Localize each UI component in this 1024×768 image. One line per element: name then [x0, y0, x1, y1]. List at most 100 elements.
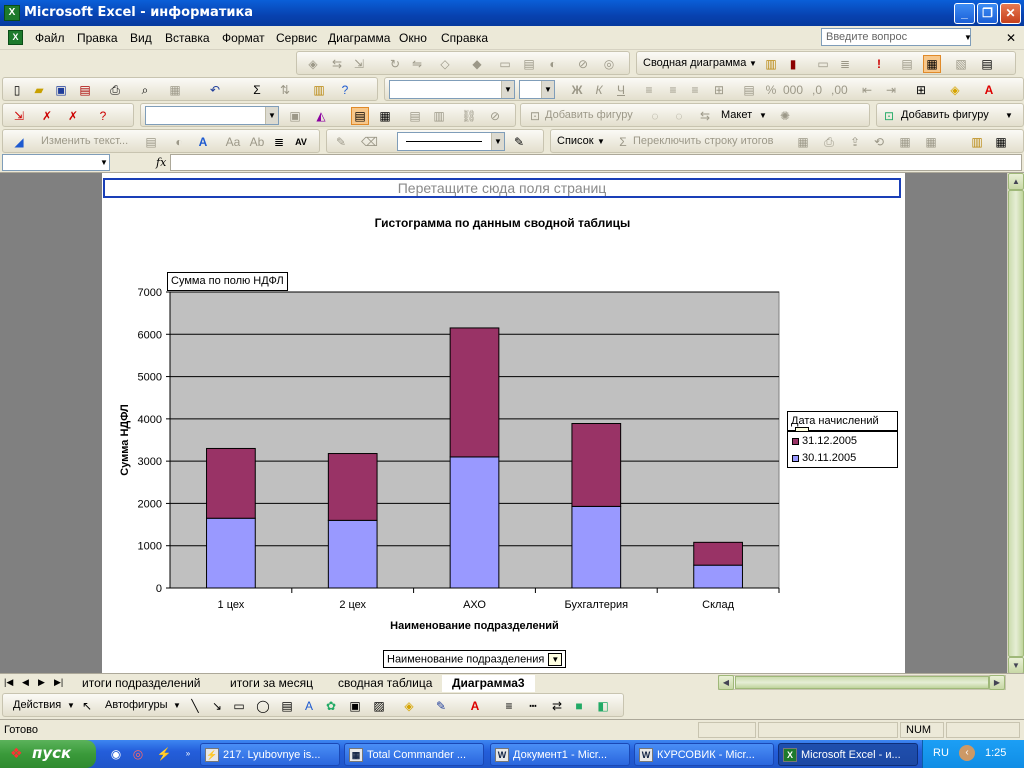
minimize-button[interactable]: _: [954, 3, 975, 24]
pivot-chart-icon[interactable]: ▮: [785, 56, 801, 72]
italic-icon[interactable]: К: [591, 82, 607, 98]
align-center-icon[interactable]: ≡: [665, 82, 681, 98]
3d-icon[interactable]: ◧: [595, 698, 611, 714]
menu-edit[interactable]: Правка: [77, 31, 118, 45]
menu-window[interactable]: Окно: [399, 31, 427, 45]
font-combo[interactable]: ▼: [389, 80, 515, 99]
list-table-icon[interactable]: ▦: [993, 134, 1009, 150]
align-right-icon[interactable]: ≡: [687, 82, 703, 98]
align-icon[interactable]: ◈: [305, 56, 321, 72]
chart-plot[interactable]: 0 1000 2000 3000 4000 5000 6000 7000 1 цех 2 цех А…: [102, 280, 802, 640]
quicklaunch-winamp-icon[interactable]: ⚡: [156, 746, 172, 762]
gallery-icon[interactable]: ▤: [143, 134, 159, 150]
line-style-icon[interactable]: ≡: [501, 698, 517, 714]
remove-arrows-icon[interactable]: ✗: [39, 108, 55, 124]
wordart-icon[interactable]: ◢: [11, 134, 27, 150]
chart-title[interactable]: Гистограмма по данным сводной таблицы: [250, 216, 755, 230]
thousands-icon[interactable]: 000: [783, 82, 803, 98]
bold-icon[interactable]: Ж: [569, 82, 585, 98]
resize-list-icon[interactable]: ▦: [795, 134, 811, 150]
undo-icon[interactable]: ↶: [207, 82, 223, 98]
sheet-tab[interactable]: итоги за месяц: [220, 675, 323, 692]
format-icon[interactable]: ▤: [521, 56, 537, 72]
restore-button[interactable]: ❐: [977, 3, 998, 24]
diagram-insert-icon[interactable]: ✿: [323, 698, 339, 714]
list-chart-icon[interactable]: ▥: [969, 134, 985, 150]
arrow-icon[interactable]: ↘: [209, 698, 225, 714]
chart-legend[interactable]: 31.12.2005 30.11.2005: [787, 431, 898, 468]
remove-dependents-icon[interactable]: ✗: [65, 108, 81, 124]
decrease-decimal-icon[interactable]: ,00: [831, 82, 848, 98]
layout-arrow-icon[interactable]: ▼: [755, 108, 771, 124]
taskbar-item-active[interactable]: X Microsoft Excel - и...: [778, 743, 918, 766]
taskbar-item[interactable]: ▦ Total Commander ...: [344, 743, 484, 766]
toggle-totals-icon[interactable]: Σ: [615, 134, 631, 150]
arrange-icon[interactable]: ⇆: [697, 108, 713, 124]
vertical-scrollbar[interactable]: ▲ ▼: [1007, 173, 1024, 674]
flip-icon[interactable]: ⇋: [409, 56, 425, 72]
reshape-icon[interactable]: ◆: [469, 56, 485, 72]
trace-precedents-icon[interactable]: ⇲: [11, 108, 27, 124]
grid-toggle-icon[interactable]: ▤: [351, 107, 369, 125]
add-shape-button-1[interactable]: Добавить фигуру: [545, 109, 633, 121]
hide-field-icon[interactable]: ▭: [815, 56, 831, 72]
rectangle-icon[interactable]: ▭: [231, 698, 247, 714]
category-field-dropdown-icon[interactable]: ▼: [548, 653, 563, 666]
draw-font-color-icon[interactable]: A: [467, 698, 483, 714]
alignment-icon[interactable]: ≣: [271, 134, 287, 150]
add-shape-button-2[interactable]: Добавить фигуру: [901, 109, 989, 121]
percent-icon[interactable]: %: [763, 82, 779, 98]
draw-fill-color-icon[interactable]: ◈: [401, 698, 417, 714]
scroll-up-icon[interactable]: ▲: [1008, 173, 1024, 190]
line-color-icon[interactable]: ✎: [433, 698, 449, 714]
fill-color-icon[interactable]: ◈: [947, 82, 963, 98]
vertical-scroll-thumb[interactable]: [1008, 190, 1024, 657]
start-button[interactable]: ❖ пуск: [0, 740, 96, 768]
sheet-tab[interactable]: итоги подразделений: [72, 675, 211, 692]
zoom-icon[interactable]: ⊘: [575, 56, 591, 72]
merge-icon[interactable]: ⊞: [711, 82, 727, 98]
shape-icon[interactable]: ◇: [437, 56, 453, 72]
quicklaunch-opera-icon[interactable]: ◎: [130, 746, 146, 762]
excel-app-icon[interactable]: X: [4, 5, 20, 21]
open-icon[interactable]: ▰: [31, 82, 47, 98]
close-workbook-icon[interactable]: ✕: [1003, 30, 1019, 46]
clipart-icon[interactable]: ▣: [347, 698, 363, 714]
currency-icon[interactable]: ▤: [741, 82, 757, 98]
draw-actions-arrow-icon[interactable]: ▼: [63, 698, 79, 714]
expand-icon[interactable]: ⇲: [351, 56, 367, 72]
page-icon[interactable]: ▭: [497, 56, 513, 72]
list-menu[interactable]: Список: [557, 135, 594, 147]
increase-indent-icon[interactable]: ⇥: [883, 82, 899, 98]
scroll-down-icon[interactable]: ▼: [1008, 657, 1024, 674]
chart-icon[interactable]: ▥: [311, 82, 327, 98]
print-icon[interactable]: ⎙: [107, 82, 123, 98]
format-wordart-icon[interactable]: ◐: [171, 134, 187, 150]
print-list-icon[interactable]: ⎙: [821, 134, 837, 150]
table-icon[interactable]: ▦: [377, 108, 393, 124]
field-settings-icon[interactable]: ▤: [899, 56, 915, 72]
arrow-style-icon[interactable]: ⇄: [549, 698, 565, 714]
name-box[interactable]: [2, 154, 110, 171]
line-dropdown-icon[interactable]: ▼: [491, 133, 504, 150]
list-icon[interactable]: ▤: [407, 108, 423, 124]
select-objects-icon[interactable]: ↖: [79, 698, 95, 714]
error-check-icon[interactable]: ?: [95, 108, 111, 124]
publish-icon[interactable]: ⇪: [847, 134, 863, 150]
menu-file[interactable]: Файл: [35, 31, 65, 45]
shadow-icon[interactable]: ■: [571, 698, 587, 714]
next-sheet-icon[interactable]: ▶: [38, 677, 45, 688]
switch-totals-button[interactable]: Переключить строку итогов: [633, 135, 774, 147]
new-icon[interactable]: ▯: [9, 82, 25, 98]
decrease-indent-icon[interactable]: ⇤: [859, 82, 875, 98]
language-indicator[interactable]: RU: [933, 747, 949, 759]
refresh-icon[interactable]: !: [871, 56, 887, 72]
field-list-toggle-icon[interactable]: ▤: [979, 56, 995, 72]
link-icon[interactable]: ⛓: [461, 108, 477, 124]
edit-text-button[interactable]: Изменить текст...: [41, 135, 128, 147]
draw-actions-menu[interactable]: Действия: [13, 699, 61, 711]
help-question-input[interactable]: Введите вопрос: [821, 28, 971, 46]
sort-icon[interactable]: ⇅: [277, 82, 293, 98]
prev-sheet-icon[interactable]: ◀: [22, 677, 29, 688]
autoformat-icon[interactable]: ✺: [777, 108, 793, 124]
